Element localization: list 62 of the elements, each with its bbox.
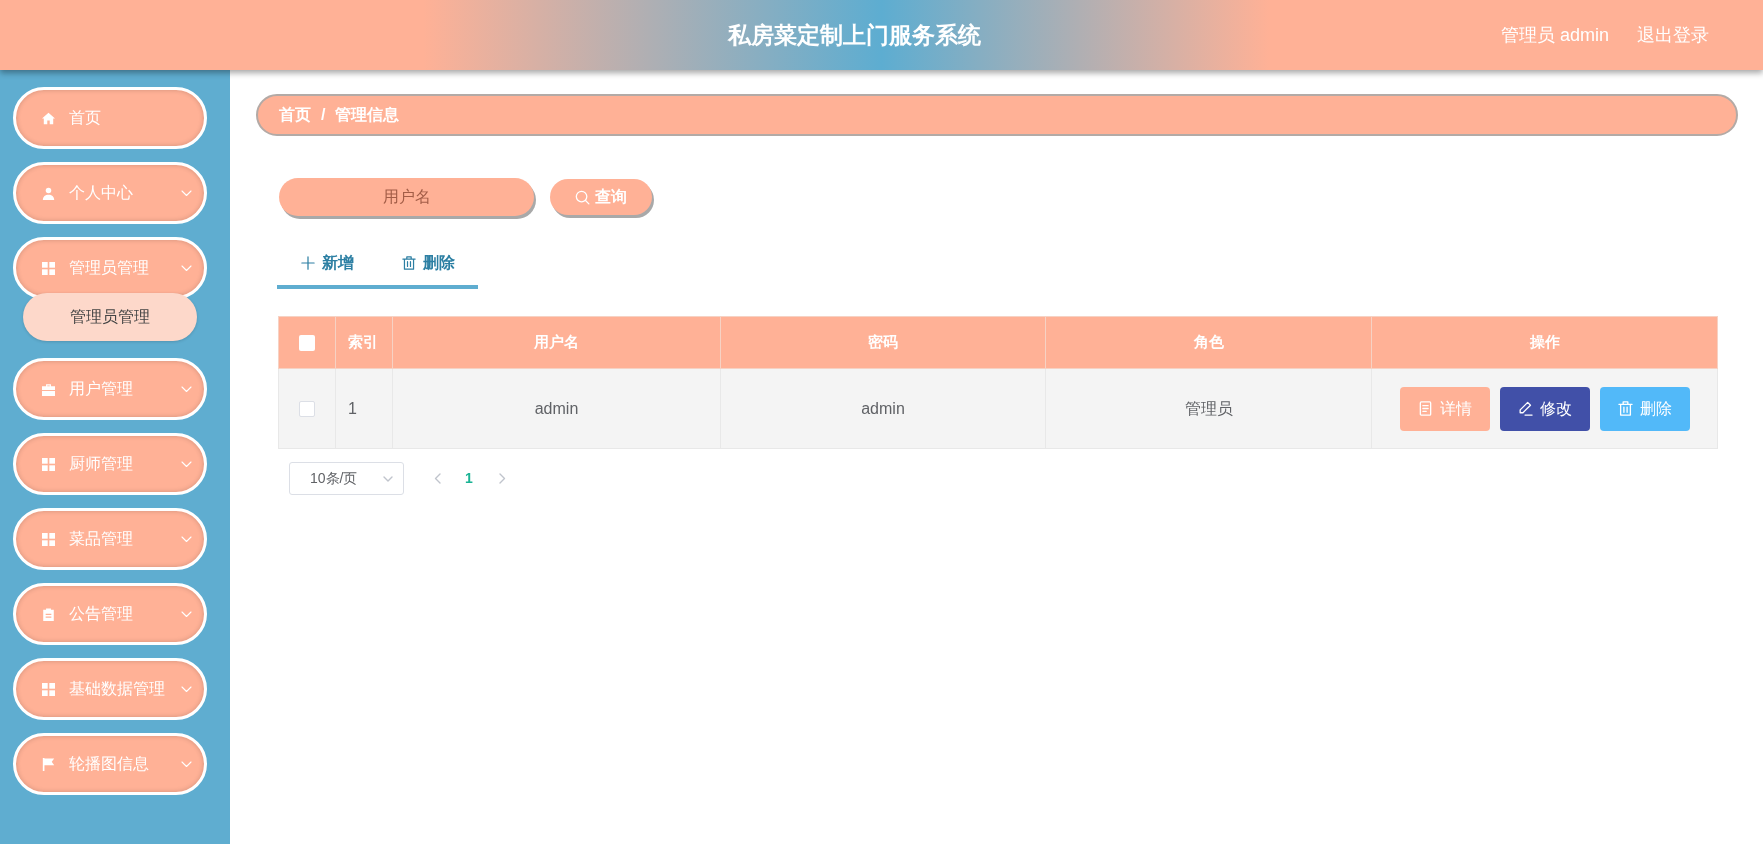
sidebar-item[interactable]: 用户管理 <box>13 358 207 420</box>
delete-button[interactable]: 删除 <box>1599 386 1690 431</box>
breadcrumb-current: 管理信息 <box>335 105 400 125</box>
chevron-down-icon <box>181 264 192 272</box>
clipboard-icon <box>42 607 55 621</box>
chevron-down-icon <box>181 610 192 618</box>
chevron-down-icon <box>181 760 192 768</box>
prev-page-icon[interactable] <box>434 473 441 484</box>
add-button[interactable]: 新增 <box>277 240 378 285</box>
search-icon <box>575 189 590 205</box>
chevron-down-icon <box>181 685 192 693</box>
home-icon <box>42 111 55 125</box>
sidebar-item[interactable]: 管理员管理 <box>13 237 207 299</box>
flag-icon <box>42 757 55 771</box>
next-page-icon[interactable] <box>498 473 506 484</box>
select-all-checkbox[interactable] <box>299 335 315 352</box>
grid-icon <box>42 532 55 546</box>
column-header: 角色 <box>1045 316 1372 369</box>
chevron-down-icon <box>181 460 192 468</box>
plus-icon <box>301 255 315 270</box>
sidebar-item[interactable]: 个人中心 <box>13 162 207 224</box>
sidebar-item[interactable]: 公告管理 <box>13 583 207 645</box>
sidebar-item[interactable]: 基础数据管理 <box>13 658 207 720</box>
column-header: 用户名 <box>392 316 721 369</box>
search-button[interactable]: 查询 <box>550 179 652 215</box>
breadcrumb-separator: / <box>321 105 326 125</box>
grid-icon <box>42 457 55 471</box>
sidebar-item[interactable]: 首页 <box>13 87 207 149</box>
sidebar-subitem[interactable]: 管理员管理 <box>23 293 197 341</box>
sidebar-item[interactable]: 厨师管理 <box>13 433 207 495</box>
chevron-down-icon <box>181 535 192 543</box>
document-icon <box>1417 401 1433 416</box>
chevron-down-icon <box>383 475 393 482</box>
trash-icon <box>1617 401 1633 416</box>
grid-icon <box>42 682 55 696</box>
row-checkbox[interactable] <box>299 401 315 418</box>
search-field[interactable]: 用户名 <box>279 178 534 216</box>
detail-button[interactable]: 详情 <box>1399 386 1490 431</box>
edit-button[interactable]: 修改 <box>1499 386 1590 431</box>
page-size-select[interactable]: 10条/页 <box>289 462 404 495</box>
column-header: 密码 <box>720 316 1046 369</box>
user-label[interactable]: 管理员 admin <box>1500 21 1609 49</box>
sidebar-item[interactable]: 菜品管理 <box>13 508 207 570</box>
breadcrumb-link[interactable]: 首页 <box>279 103 311 127</box>
column-header: 索引 <box>335 316 393 369</box>
page-number[interactable]: 1 <box>463 468 475 489</box>
grid-icon <box>42 261 55 275</box>
user-icon <box>42 186 55 200</box>
table-cell: 1 <box>335 368 393 449</box>
delete-button[interactable]: 删除 <box>378 240 479 285</box>
table-cell: admin <box>720 368 1046 449</box>
app-title: 私房菜定制上门服务系统 <box>728 20 981 50</box>
table-cell: 管理员 <box>1045 368 1372 449</box>
column-header: 操作 <box>1371 316 1718 369</box>
sidebar-item[interactable]: 轮播图信息 <box>13 733 207 795</box>
trash-icon <box>402 255 416 270</box>
pencil-icon <box>1517 401 1533 416</box>
logout-link[interactable]: 退出登录 <box>1637 21 1709 49</box>
chevron-down-icon <box>181 385 192 393</box>
table-cell: admin <box>392 368 721 449</box>
briefcase-icon <box>42 382 55 396</box>
chevron-down-icon <box>181 189 192 197</box>
